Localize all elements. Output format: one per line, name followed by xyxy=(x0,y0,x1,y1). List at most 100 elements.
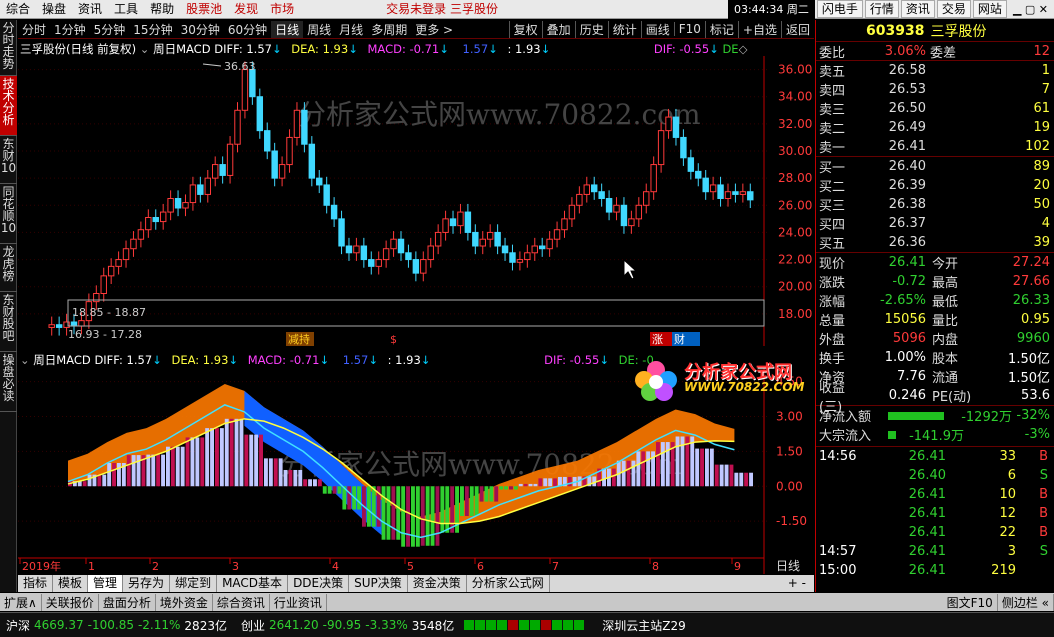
menu-item-stock-pool[interactable]: 股票池 xyxy=(180,0,228,19)
ask-row[interactable]: 卖三 26.50 61 xyxy=(816,99,1054,118)
bid-row[interactable]: 买三 26.38 50 xyxy=(816,195,1054,214)
level-label: 卖四 xyxy=(819,84,846,99)
tool-stats[interactable]: 统计 xyxy=(607,20,641,38)
period-month[interactable]: 月线 xyxy=(335,21,367,38)
indicator-tab[interactable]: 指标 xyxy=(18,575,54,592)
period-multi[interactable]: 多周期 xyxy=(367,21,411,38)
window-controls[interactable]: ▁ ▢ ✕ xyxy=(1007,0,1054,19)
indicator-tab[interactable]: 分析家公式网 xyxy=(467,575,550,592)
macd-histogram-bar xyxy=(734,472,739,487)
tool-history[interactable]: 历史 xyxy=(574,20,608,38)
trade-button[interactable]: 交易 xyxy=(936,0,971,18)
indicator-tab[interactable]: 绑定到 xyxy=(170,575,218,592)
quote-button[interactable]: 行情 xyxy=(864,0,899,18)
tab-must-read[interactable]: 操盘必读 xyxy=(0,352,17,412)
event-marker-label[interactable]: 财 xyxy=(674,332,685,346)
event-marker-label[interactable]: $ xyxy=(390,333,397,346)
menu-item-bangzhu[interactable]: 帮助 xyxy=(144,0,180,19)
bottom-tab[interactable]: 行业资讯 xyxy=(270,593,327,611)
time-axis-label: 2 xyxy=(152,560,159,573)
macd-macd-value: MACD: -0.71 xyxy=(247,353,320,367)
tool-draw[interactable]: 画线 xyxy=(640,20,674,38)
menu-item-caopan[interactable]: 操盘 xyxy=(36,0,72,19)
tool-fuquan[interactable]: 复权 xyxy=(508,20,542,38)
period-fenshi[interactable]: 分时 xyxy=(18,21,50,38)
macd-histogram-bar xyxy=(185,437,190,487)
tab-eastmoney10[interactable]: 东财10 xyxy=(0,136,17,184)
bottom-tab[interactable]: 扩展∧ xyxy=(0,593,42,611)
tool-f10[interactable]: F10 xyxy=(673,22,705,36)
macd-histogram-bar xyxy=(381,486,386,540)
ask-row[interactable]: 卖一 26.41 102 xyxy=(816,137,1054,156)
macd-histogram-bar xyxy=(366,486,371,527)
macd-histogram-bar xyxy=(744,472,749,487)
period-60min[interactable]: 60分钟 xyxy=(224,21,271,38)
period-week[interactable]: 周线 xyxy=(303,21,335,38)
idx1-pct: -2.11% xyxy=(137,618,181,632)
level-price: 26.37 xyxy=(888,216,926,231)
indicator-tab[interactable]: 管理 xyxy=(88,575,124,592)
period-5min[interactable]: 5分钟 xyxy=(90,21,130,38)
bid-row[interactable]: 买一 26.40 89 xyxy=(816,157,1054,176)
period-30min[interactable]: 30分钟 xyxy=(177,21,224,38)
bottom-right-tab[interactable]: 侧边栏 « xyxy=(998,593,1054,611)
period-1min[interactable]: 1分钟 xyxy=(50,21,90,38)
indicator-tab[interactable]: 资金决策 xyxy=(408,575,467,592)
macd-histogram-bar xyxy=(700,448,704,487)
tab-ths10[interactable]: 同花顺10 xyxy=(0,184,17,244)
tool-mark[interactable]: 标记 xyxy=(704,20,738,38)
flow-value: -141.9万 xyxy=(909,429,964,444)
tab-dragon-tiger[interactable]: 龙虎榜 xyxy=(0,244,17,292)
menu-item-market[interactable]: 市场 xyxy=(264,0,300,19)
event-marker-label[interactable]: 减持 xyxy=(288,332,310,346)
tab-add-button[interactable]: + - xyxy=(780,575,814,592)
bid-row[interactable]: 买二 26.39 20 xyxy=(816,176,1054,195)
indicator-toggle-icon[interactable]: ⌄ xyxy=(140,42,150,56)
candle-body xyxy=(234,109,241,145)
bid-row[interactable]: 买五 26.36 39 xyxy=(816,233,1054,252)
menu-item-zonghe[interactable]: 综合 xyxy=(0,0,36,19)
bottom-right-tab[interactable]: 图文F10 xyxy=(943,593,998,611)
bottom-tab[interactable]: 境外资金 xyxy=(156,593,213,611)
tab-timeshare[interactable]: 分时走势 xyxy=(0,20,17,76)
ask-row[interactable]: 卖五 26.58 1 xyxy=(816,61,1054,80)
indicator-tab[interactable]: DDE决策 xyxy=(288,575,350,592)
flower-logo-icon xyxy=(635,361,677,401)
macd-histogram-bar xyxy=(166,446,170,487)
level-volume: 61 xyxy=(1033,101,1050,116)
tool-add-watchlist[interactable]: +自选 xyxy=(737,20,781,38)
menu-item-gongju[interactable]: 工具 xyxy=(108,0,144,19)
tab-technical[interactable]: 技术分析 xyxy=(0,76,17,136)
period-day[interactable]: 日线 xyxy=(271,20,304,38)
candle-body xyxy=(360,245,368,261)
indicator-tab[interactable]: 模板 xyxy=(53,575,89,592)
indicator-tab[interactable]: 另存为 xyxy=(123,575,171,592)
ask-row[interactable]: 卖四 26.53 7 xyxy=(816,80,1054,99)
website-button[interactable]: 网站 xyxy=(972,0,1007,18)
candle-body xyxy=(241,69,249,111)
candle-body xyxy=(256,96,264,132)
candle-body xyxy=(249,69,256,98)
bottom-tab[interactable]: 综合资讯 xyxy=(213,593,270,611)
macd-histogram-bar xyxy=(107,463,112,487)
bottom-tab[interactable]: 关联报价 xyxy=(42,593,99,611)
ask-row[interactable]: 卖二 26.49 19 xyxy=(816,118,1054,137)
kline-chart[interactable]: 36.00 34.00 32.00 30.00 28.00 26.00 24.00 22.00… xyxy=(18,56,814,346)
indicator-tab[interactable]: SUP决策 xyxy=(349,575,408,592)
flash-trade-button[interactable]: 闪电手 xyxy=(816,0,863,18)
period-15min[interactable]: 15分钟 xyxy=(129,21,176,38)
macd-histogram-bar xyxy=(680,436,685,487)
menu-item-zixun[interactable]: 资讯 xyxy=(72,0,108,19)
tab-guba[interactable]: 东财股吧 xyxy=(0,292,17,352)
tool-back[interactable]: 返回 xyxy=(780,20,814,38)
tool-overlay[interactable]: 叠加 xyxy=(541,20,575,38)
event-marker-label[interactable]: 涨 xyxy=(652,333,663,346)
candle-body xyxy=(48,324,55,328)
period-more[interactable]: 更多 > xyxy=(411,21,457,38)
bid-row[interactable]: 买四 26.37 4 xyxy=(816,214,1054,233)
news-button[interactable]: 资讯 xyxy=(900,0,935,18)
menu-item-discover[interactable]: 发现 xyxy=(228,0,264,19)
macd-toggle-icon[interactable]: ⌄ xyxy=(20,353,30,367)
indicator-tab[interactable]: MACD基本 xyxy=(217,575,289,592)
bottom-tab[interactable]: 盘面分析 xyxy=(99,593,156,611)
